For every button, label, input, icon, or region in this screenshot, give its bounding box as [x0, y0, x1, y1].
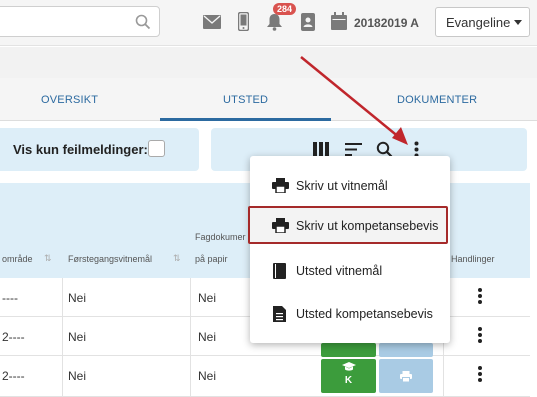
graduation-cap-icon — [341, 362, 356, 371]
sort-arrows-icon[interactable]: ⇅ — [44, 253, 52, 264]
more-options-menu: Skriv ut vitnemål Skriv ut kompetansebev… — [248, 156, 450, 343]
tab-oversikt[interactable]: OVERSIKT — [41, 94, 98, 106]
user-menu-button[interactable]: Evangeline — [435, 7, 530, 37]
book-icon — [273, 263, 286, 279]
menu-item-utsted-vitnemal[interactable]: Utsted vitnemål — [250, 253, 450, 289]
row-actions-icon[interactable] — [478, 366, 484, 384]
cell-fagdokument: Nei — [198, 291, 217, 305]
print-button[interactable] — [379, 343, 433, 357]
notification-count-badge: 284 — [273, 3, 297, 15]
user-name: Evangeline — [446, 15, 511, 30]
column-header-omrade[interactable]: område — [2, 254, 33, 264]
bell-icon[interactable] — [266, 13, 283, 31]
active-tab-indicator — [160, 118, 331, 121]
caret-down-icon — [514, 20, 522, 25]
tab-bar: OVERSIKT UTSTED DOKUMENTER — [0, 78, 537, 121]
mobile-icon[interactable] — [238, 12, 249, 31]
column-header-fagdokument-line2[interactable]: på papir — [195, 254, 228, 264]
mail-icon[interactable] — [203, 15, 221, 29]
top-bar: 284 20182019 A Evangeline — [0, 0, 537, 46]
cell-omrade: 2---- — [2, 330, 25, 344]
error-filter-checkbox[interactable] — [148, 140, 165, 157]
kompetansebevis-button[interactable]: K — [321, 359, 376, 393]
menu-item-label: Skriv ut vitnemål — [296, 179, 388, 193]
cell-fagdokument: Nei — [198, 369, 217, 383]
column-header-handlinger: Handlinger — [451, 254, 495, 264]
error-filter-label: Vis kun feilmeldinger: — [13, 142, 148, 157]
menu-item-label: Skriv ut kompetansebevis — [296, 219, 439, 233]
tab-dokumenter[interactable]: DOKUMENTER — [397, 94, 477, 106]
column-header-fagdokument-line1[interactable]: Fagdokumer — [195, 232, 246, 242]
sort-arrows-icon[interactable]: ⇅ — [173, 253, 181, 264]
menu-item-skriv-ut-kompetansebevis[interactable]: Skriv ut kompetansebevis — [248, 206, 448, 244]
column-divider — [62, 278, 63, 397]
row-actions-icon[interactable] — [478, 288, 484, 306]
search-input[interactable] — [0, 6, 160, 37]
kompetansebevis-button[interactable] — [321, 343, 376, 357]
cell-forstegangsvitnemal: Nei — [68, 291, 87, 305]
print-icon — [400, 371, 412, 382]
school-year-label[interactable]: 20182019 A — [354, 16, 419, 30]
menu-item-label: Utsted kompetansebevis — [296, 307, 433, 321]
cell-fagdokument: Nei — [198, 330, 217, 344]
print-icon — [272, 178, 289, 193]
column-divider — [190, 278, 191, 397]
table-row: 2---- Nei Nei — [0, 356, 530, 397]
tab-utsted[interactable]: UTSTED — [223, 94, 268, 106]
columns-icon[interactable] — [313, 142, 329, 156]
cell-omrade: 2---- — [2, 369, 25, 383]
menu-item-utsted-kompetansebevis[interactable]: Utsted kompetansebevis — [250, 296, 450, 332]
print-button[interactable] — [379, 359, 433, 393]
k-label: K — [344, 375, 353, 386]
contact-card-icon[interactable] — [301, 13, 315, 31]
menu-item-skriv-ut-vitnemal[interactable]: Skriv ut vitnemål — [250, 168, 450, 204]
cell-forstegangsvitnemal: Nei — [68, 330, 87, 344]
sort-icon[interactable] — [345, 143, 362, 156]
cell-omrade: ---- — [2, 291, 18, 305]
subheader-band — [0, 47, 537, 78]
print-icon — [272, 218, 289, 233]
cell-forstegangsvitnemal: Nei — [68, 369, 87, 383]
calendar-icon[interactable] — [331, 12, 347, 30]
row-actions-icon[interactable] — [478, 327, 484, 345]
column-header-forstegangsvitnemal[interactable]: Førstegangsvitnemål — [68, 254, 152, 264]
menu-item-label: Utsted vitnemål — [296, 264, 383, 278]
filter-panel: Vis kun feilmeldinger: — [0, 128, 199, 171]
search-icon[interactable] — [135, 14, 151, 30]
document-icon — [273, 306, 286, 322]
